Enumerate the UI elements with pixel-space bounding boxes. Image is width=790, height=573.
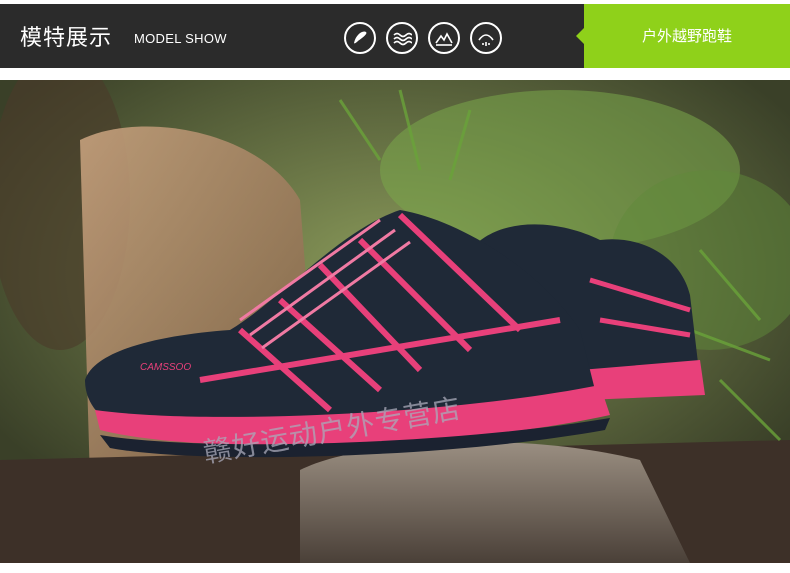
section-subtitle: MODEL SHOW — [134, 31, 227, 46]
section-title: 模特展示 — [20, 26, 113, 51]
waves-icon — [386, 22, 418, 54]
model-photo: CAMSSOO 赣好运动户外专营店 — [0, 80, 790, 563]
rain-drop-icon — [470, 22, 502, 54]
foot-sole-icon — [344, 22, 376, 54]
category-tab: 户外越野跑鞋 — [576, 4, 790, 68]
photo-illustration: CAMSSOO — [0, 80, 790, 563]
mountain-terrain-icon — [428, 22, 460, 54]
header-bar: 模特展示 MODEL SHOW 户外越野跑鞋 — [0, 4, 790, 68]
category-label: 户外越野跑鞋 — [641, 27, 732, 45]
shoe-brand-text: CAMSSOO — [140, 362, 191, 373]
